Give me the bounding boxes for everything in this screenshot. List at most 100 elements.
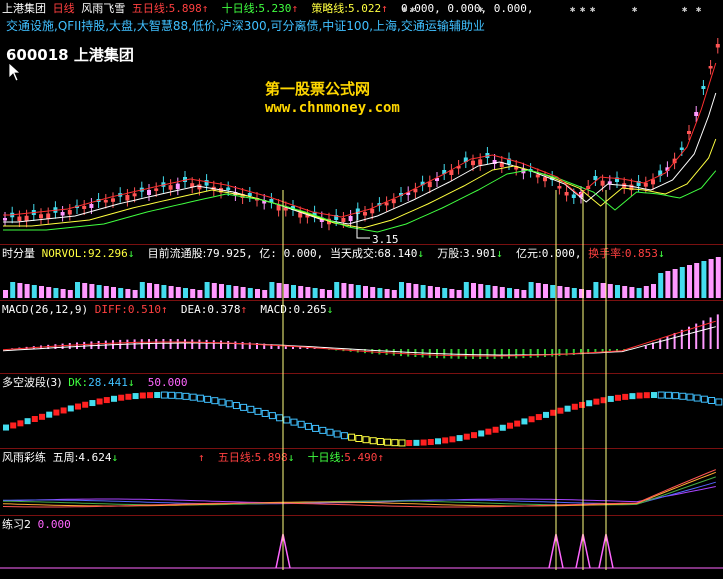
candle-body xyxy=(471,160,475,166)
volume-bar xyxy=(161,285,167,298)
wave-block xyxy=(442,437,449,444)
volume-bar xyxy=(672,269,678,298)
volume-bar xyxy=(312,288,318,298)
candle-body xyxy=(247,193,252,196)
wave-block xyxy=(528,416,535,423)
volume-bar xyxy=(514,289,520,298)
signal-spike xyxy=(548,533,564,569)
wave-block xyxy=(607,395,614,402)
wave-block xyxy=(240,403,248,411)
volume-bar xyxy=(449,289,455,298)
wave-block xyxy=(225,400,233,408)
volume-pane[interactable]: 时分量 NORVOL:92.296↓, 目前流通股:79.925, 亿: 0.0… xyxy=(0,245,723,300)
volume-bar xyxy=(154,284,160,298)
wave-block xyxy=(290,418,298,426)
candle-body xyxy=(687,131,691,134)
candle-body xyxy=(298,212,303,218)
wave-block xyxy=(456,435,463,442)
macd-chart[interactable] xyxy=(0,301,723,373)
wave-block xyxy=(463,433,470,440)
wave-block xyxy=(125,393,132,400)
wave-pane[interactable]: 多空波段(3) DK:28.441↓, 50.000 xyxy=(0,374,723,448)
wave-chart[interactable] xyxy=(0,374,723,448)
candle-body xyxy=(571,194,576,198)
wave-block xyxy=(218,398,226,406)
wave-block xyxy=(111,395,117,402)
wave-block xyxy=(326,428,334,436)
star-marker: ✱ xyxy=(696,5,702,15)
volume-bar xyxy=(413,284,419,298)
wave-block xyxy=(629,393,636,400)
candle-body xyxy=(103,200,108,203)
volume-bar xyxy=(319,289,325,298)
volume-bar xyxy=(557,286,563,298)
macd-pane[interactable]: MACD(26,12,9) DIFF:0.510↑, DEA:0.378↑, M… xyxy=(0,301,723,373)
star-marker: ✱ xyxy=(590,5,596,15)
practice-signal-chart[interactable] xyxy=(0,516,723,579)
volume-bar xyxy=(636,288,642,298)
volume-bar xyxy=(190,289,196,298)
volume-bar xyxy=(111,287,116,298)
wave-block xyxy=(82,401,89,408)
ma-line-green xyxy=(3,169,717,233)
main-price-pane[interactable]: 上港集团 日线 风雨飞雪 五日线:5.898↑, 十日线:5.230↑, 策略线… xyxy=(0,0,723,246)
wave-block xyxy=(406,439,413,446)
wave-block xyxy=(333,430,341,438)
volume-bar xyxy=(67,290,73,298)
wave-block xyxy=(615,394,621,401)
star-marker: ✱ xyxy=(580,5,586,15)
volume-bar xyxy=(679,267,685,298)
volume-bar xyxy=(75,282,80,298)
star-marker: ✱ xyxy=(570,5,576,15)
wave-block xyxy=(435,438,441,445)
wave-block xyxy=(312,424,320,432)
wave-block xyxy=(672,392,680,400)
wave-block xyxy=(46,411,53,418)
candle-body xyxy=(341,218,346,222)
candle-body xyxy=(370,208,375,214)
candle-body xyxy=(46,213,51,219)
volume-bar xyxy=(593,282,599,298)
candle-body xyxy=(607,181,612,184)
rain-pane[interactable]: 风雨彩练 五周:4.624↓, ↑, 五日线:5.898↓, 十日线:5.490… xyxy=(0,449,723,515)
wave-block xyxy=(348,433,356,441)
wave-block xyxy=(362,436,370,444)
wave-block xyxy=(478,430,485,437)
practice-pane[interactable]: 练习2 0.000 xyxy=(0,516,723,579)
wave-block xyxy=(693,394,701,402)
volume-bar xyxy=(478,284,484,298)
wave-block xyxy=(132,393,139,400)
candle-body xyxy=(348,216,353,221)
wave-block xyxy=(261,409,269,417)
volume-bar xyxy=(291,285,296,298)
volume-bar xyxy=(132,290,138,298)
volume-bar xyxy=(658,273,664,298)
candlestick-chart[interactable]: ✱ ✱ ✱ ✱ ✱ ✱ ✱ ✱ ✱ xyxy=(0,0,723,245)
volume-bar xyxy=(377,288,383,298)
wave-block xyxy=(586,400,593,407)
wave-block xyxy=(657,391,665,399)
star-marker: ✱ xyxy=(632,5,638,15)
wave-block xyxy=(67,405,74,412)
volume-bar xyxy=(384,289,390,298)
wave-block xyxy=(514,420,521,427)
wave-block xyxy=(39,413,45,420)
volume-bar xyxy=(579,289,584,298)
wave-block xyxy=(535,414,542,421)
rain-chart[interactable] xyxy=(0,449,723,515)
volume-bar xyxy=(118,288,124,298)
candle-body xyxy=(543,177,547,182)
wave-block xyxy=(557,407,564,414)
wave-block xyxy=(543,411,549,418)
volume-bar xyxy=(255,289,260,298)
volume-bars[interactable] xyxy=(0,245,723,300)
wave-block xyxy=(686,393,694,401)
volume-bar xyxy=(370,287,376,298)
volume-bar xyxy=(528,282,534,298)
rain-ribbon-line xyxy=(2,486,716,504)
candle-body xyxy=(363,212,367,216)
wave-block xyxy=(449,436,456,443)
volume-bar xyxy=(442,288,448,298)
wave-block xyxy=(636,392,643,399)
signal-spike xyxy=(598,533,614,569)
